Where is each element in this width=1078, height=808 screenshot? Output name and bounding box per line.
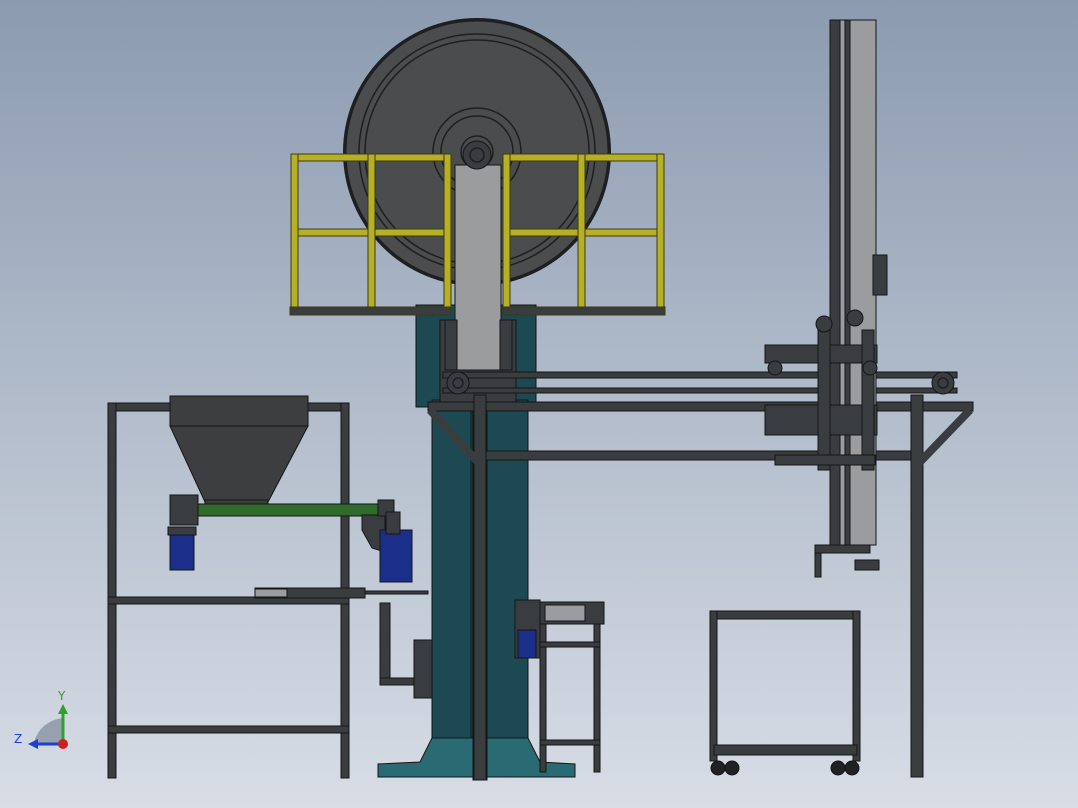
cad-viewport[interactable]: Y Z xyxy=(0,0,1078,808)
ram-slide xyxy=(454,164,502,371)
z-axis-label: Z xyxy=(14,732,22,746)
y-axis-label: Y xyxy=(57,689,66,703)
machine-assembly-drawing[interactable]: Y Z xyxy=(0,0,1078,808)
